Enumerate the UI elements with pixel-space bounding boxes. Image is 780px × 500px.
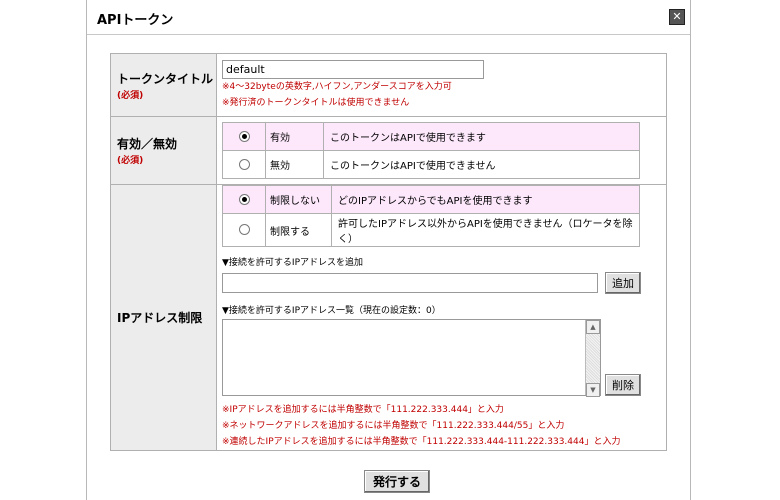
token-title-note-1: ※4～32byteの英数字,ハイフン,アンダースコアを入力可 bbox=[222, 81, 452, 92]
option-label: 有効 bbox=[265, 122, 324, 151]
enabled-option-off[interactable]: 無効 このトークンはAPIで使用できません bbox=[222, 150, 640, 179]
close-icon[interactable]: ✕ bbox=[669, 9, 685, 25]
ip-option-unrestricted[interactable]: 制限しない どのIPアドレスからでもAPIを使用できます bbox=[222, 185, 640, 214]
enabled-options: 有効 このトークンはAPIで使用できます 無効 このトークンはAPIで使用できま… bbox=[222, 122, 640, 179]
ip-note-2: ※ネットワークアドレスを追加するには半角整数で「111.222.333.444/… bbox=[222, 421, 565, 431]
ip-restriction-label: IPアドレス制限 bbox=[117, 311, 203, 325]
radio-unrestricted[interactable] bbox=[238, 193, 250, 205]
ip-list-row: ▲ ▼ 削除 bbox=[222, 319, 661, 397]
token-title-input[interactable] bbox=[222, 59, 484, 79]
scroll-down-icon[interactable]: ▼ bbox=[586, 383, 600, 397]
option-label: 無効 bbox=[265, 150, 324, 179]
enabled-option-on[interactable]: 有効 このトークンはAPIで使用できます bbox=[222, 122, 640, 151]
option-label: 制限しない bbox=[265, 185, 332, 214]
ip-notes: ※IPアドレスを追加するには半角整数で「111.222.333.444」と入力 … bbox=[222, 402, 661, 450]
ip-note-1: ※IPアドレスを追加するには半角整数で「111.222.333.444」と入力 bbox=[222, 405, 504, 415]
submit-area: 発行する bbox=[364, 470, 431, 493]
api-token-dialog: APIトークン ✕ トークンタイトル (必須) ※4～32byteの英数字,ハイ… bbox=[86, 0, 691, 500]
required-mark: (必須) bbox=[117, 90, 144, 101]
ip-listbox[interactable]: ▲ ▼ bbox=[222, 319, 601, 397]
add-ip-button[interactable]: 追加 bbox=[605, 272, 641, 294]
ip-note-3: ※連続したIPアドレスを追加するには半角整数で「111.222.333.444-… bbox=[222, 437, 621, 447]
scroll-up-icon[interactable]: ▲ bbox=[586, 320, 600, 334]
ip-cell: 制限しない どのIPアドレスからでもAPIを使用できます 制限する 許可したIP… bbox=[216, 184, 667, 451]
option-label: 制限する bbox=[265, 213, 332, 247]
enabled-label: 有効／無効 bbox=[117, 137, 178, 151]
token-title-label: トークンタイトル bbox=[117, 71, 214, 86]
issue-button[interactable]: 発行する bbox=[364, 470, 431, 493]
token-title-cell: ※4～32byteの英数字,ハイフン,アンダースコアを入力可 ※発行済のトークン… bbox=[216, 53, 667, 117]
enabled-cell: 有効 このトークンはAPIで使用できます 無効 このトークンはAPIで使用できま… bbox=[216, 116, 667, 185]
radio-disabled[interactable] bbox=[238, 158, 250, 170]
add-ip-input[interactable] bbox=[222, 273, 598, 293]
token-form: トークンタイトル (必須) ※4～32byteの英数字,ハイフン,アンダースコア… bbox=[110, 53, 667, 451]
scroll-track[interactable] bbox=[586, 334, 600, 383]
dialog-titlebar: APIトークン ✕ bbox=[87, 0, 690, 35]
option-description: このトークンはAPIで使用できません bbox=[323, 150, 640, 179]
token-title-label-cell: トークンタイトル (必須) bbox=[110, 53, 217, 117]
ip-list-heading: ▼接続を許可するIPアドレス一覧（現在の設定数：0） bbox=[222, 306, 441, 316]
option-description: このトークンはAPIで使用できます bbox=[323, 122, 640, 151]
enabled-label-cell: 有効／無効 (必須) bbox=[110, 116, 217, 185]
dialog-title: APIトークン bbox=[97, 13, 174, 28]
option-description: どのIPアドレスからでもAPIを使用できます bbox=[331, 185, 640, 214]
token-title-note-2: ※発行済のトークンタイトルは使用できません bbox=[222, 97, 410, 108]
delete-ip-button[interactable]: 削除 bbox=[605, 374, 641, 396]
add-ip-row: 追加 bbox=[222, 272, 661, 294]
radio-enabled[interactable] bbox=[238, 130, 250, 142]
required-mark: (必須) bbox=[117, 156, 144, 166]
option-description: 許可したIPアドレス以外からAPIを使用できません（ロケータを除く） bbox=[331, 213, 640, 247]
ip-options: 制限しない どのIPアドレスからでもAPIを使用できます 制限する 許可したIP… bbox=[222, 185, 640, 247]
ip-option-restricted[interactable]: 制限する 許可したIPアドレス以外からAPIを使用できません（ロケータを除く） bbox=[222, 213, 640, 247]
listbox-scrollbar[interactable]: ▲ ▼ bbox=[585, 320, 600, 397]
radio-restricted[interactable] bbox=[238, 224, 250, 236]
ip-label-cell: IPアドレス制限 bbox=[110, 184, 217, 451]
add-ip-heading: ▼接続を許可するIPアドレスを追加 bbox=[222, 258, 364, 268]
